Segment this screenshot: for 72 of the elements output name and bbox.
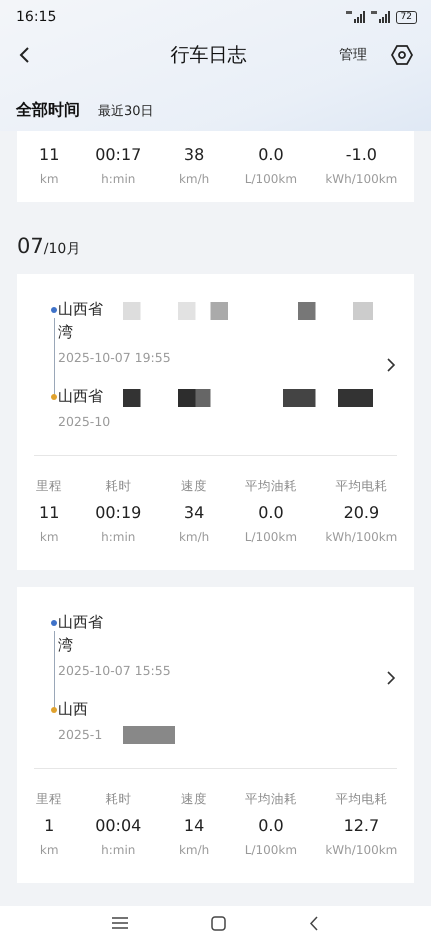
chevron-right-icon xyxy=(386,670,396,686)
date-header: 07/10月 xyxy=(16,233,82,260)
stat-unit: h:min xyxy=(101,530,136,544)
stat-label: 速度 xyxy=(181,478,208,495)
stat-unit: kWh/100km xyxy=(325,843,398,857)
stat-value: 00:04 xyxy=(95,816,142,835)
stat-unit: km/h xyxy=(178,530,210,544)
trip-time: 2025-10-07 15:55 xyxy=(58,663,171,678)
stat-value: 34 xyxy=(184,503,204,522)
route-dot xyxy=(51,307,57,313)
address-text: 湾 xyxy=(58,323,74,342)
trip-time: 2025-10 xyxy=(58,414,110,429)
manage-button[interactable]: 管理 xyxy=(333,45,373,65)
stat-value: 00:17 xyxy=(95,145,142,164)
chevron-right-icon xyxy=(386,356,396,372)
page-title: 行车日志 xyxy=(170,43,248,68)
signal-icon xyxy=(370,11,393,23)
stat-unit: km/h xyxy=(178,172,210,186)
stat-value: 11 xyxy=(39,503,60,522)
stat-value: 20.9 xyxy=(344,503,380,522)
stat-label: 耗时 xyxy=(105,478,132,495)
settings-icon xyxy=(391,44,413,66)
stat-value: 12.7 xyxy=(344,816,380,835)
battery-indicator: 72 xyxy=(396,10,417,24)
stat-unit: km xyxy=(40,530,59,544)
menu-icon xyxy=(112,917,128,929)
stat-value: 1 xyxy=(44,816,54,835)
stat-unit: L/100km xyxy=(244,530,298,544)
address-text: 山西省 xyxy=(58,300,104,319)
back-icon xyxy=(309,916,320,930)
trip-time: 2025-1 xyxy=(58,727,102,742)
stat-unit: km xyxy=(40,843,59,857)
stat-value: 11 xyxy=(39,145,60,164)
stat-value: 14 xyxy=(184,816,204,835)
stat-unit: km xyxy=(40,172,59,186)
stat-label: 耗时 xyxy=(105,791,132,808)
stat-unit: kWh/100km xyxy=(325,172,398,186)
route-dot xyxy=(51,707,57,713)
address-text: 山西省 xyxy=(58,387,104,406)
trip-card[interactable]: 山西省 湾 2025-10-07 15:55 山西 2025-1 里程 1 km 耗时 00:04 h:min 速度 14 km/h 平均油耗 0.0 L/100km 平均电耗 12.7 kWh/100km xyxy=(17,587,414,883)
range-tab[interactable]: 最近30日 xyxy=(98,102,154,120)
stat-label: 里程 xyxy=(36,791,62,808)
stat-unit: L/100km xyxy=(244,843,298,857)
square-icon xyxy=(210,916,226,930)
range-tab[interactable]: 全部时间 xyxy=(16,100,80,121)
stat-unit: kWh/100km xyxy=(325,530,398,544)
stat-value: 0.0 xyxy=(258,816,284,835)
stat-unit: h:min xyxy=(101,172,136,186)
stat-label: 平均油耗 xyxy=(244,791,297,808)
address-text: 山西 xyxy=(58,700,89,719)
route-dot xyxy=(51,620,57,626)
stat-value: 0.0 xyxy=(258,503,284,522)
stat-value: 0.0 xyxy=(258,145,284,164)
status-time: 16:15 xyxy=(16,9,56,25)
stat-value: -1.0 xyxy=(346,145,377,164)
route-dot xyxy=(51,394,57,400)
signal-icon xyxy=(346,11,368,23)
address-text: 湾 xyxy=(58,636,74,655)
stat-label: 速度 xyxy=(181,791,208,808)
stat-value: 00:19 xyxy=(95,503,142,522)
trip-time: 2025-10-07 19:55 xyxy=(58,350,171,365)
stat-label: 平均电耗 xyxy=(335,478,388,495)
back-icon xyxy=(18,46,30,64)
stat-label: 里程 xyxy=(36,478,62,495)
trip-card[interactable]: 山西省 湾 2025-10-07 19:55 山西省 2025-10 里程 11 km 耗时 00:19 h:min 速度 34 km/h 平均油耗 0.0 L/100km 平均电耗 20.9 kWh/100km xyxy=(17,274,414,570)
stat-label: 平均油耗 xyxy=(244,478,297,495)
stat-unit: L/100km xyxy=(244,172,298,186)
stat-unit: km/h xyxy=(178,843,210,857)
stat-label: 平均电耗 xyxy=(335,791,388,808)
address-text: 山西省 xyxy=(58,613,104,632)
stat-unit: h:min xyxy=(101,843,136,857)
stat-value: 38 xyxy=(184,145,204,164)
